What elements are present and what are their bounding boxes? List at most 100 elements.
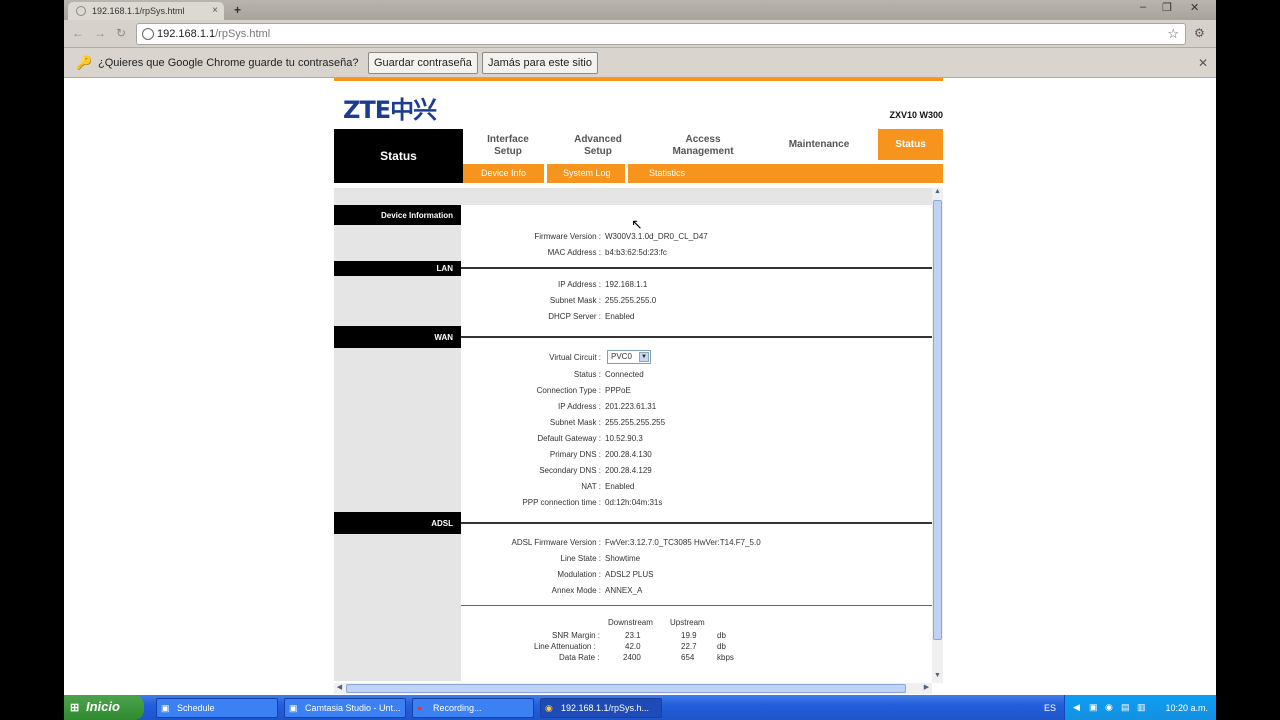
tray-app-icon[interactable]: ▥ xyxy=(1137,702,1146,713)
menu-maintenance[interactable]: Maintenance xyxy=(773,139,865,151)
menu-access-management[interactable]: Access Management xyxy=(659,134,747,158)
line-state-value: Showtime xyxy=(605,554,641,563)
annex-value: ANNEX_A xyxy=(605,586,643,595)
nat-row: NAT : Enabled xyxy=(461,482,932,494)
mouse-cursor-icon: ↖ xyxy=(631,216,643,232)
forward-button[interactable]: → xyxy=(94,26,106,40)
task-chrome[interactable]: ◉ 192.168.1.1/rpSys.h... xyxy=(540,698,662,718)
virtual-circuit-select[interactable]: PVC0 ▼ xyxy=(607,350,651,364)
divider xyxy=(461,522,932,524)
data-rate-label: Data Rate : xyxy=(559,653,600,662)
submenu-statistics[interactable]: Statistics xyxy=(649,168,685,178)
lan-ip-row: IP Address : 192.168.1.1 xyxy=(461,280,932,292)
tab-strip: 192.168.1.1/rpSys.html × + ‒ ❐ ✕ xyxy=(64,0,1216,20)
model-name: ZXV10 W300 xyxy=(889,110,943,120)
submenu-separator xyxy=(544,164,547,183)
divider xyxy=(461,605,932,606)
status-content: Device Information Firmware Version : W3… xyxy=(334,188,932,681)
task-label: Recording... xyxy=(433,703,482,713)
primary-dns-value: 200.28.4.130 xyxy=(605,450,652,459)
left-column xyxy=(334,205,461,681)
task-camtasia[interactable]: ▣ Camtasia Studio - Unt... xyxy=(284,698,406,718)
wan-mask-value: 255.255.255.255 xyxy=(605,418,666,427)
task-schedule[interactable]: ▣ Schedule xyxy=(156,698,278,718)
mac-row: MAC Address : b4:b3:62:5d:23:fc xyxy=(461,248,932,260)
connection-type-row: Connection Type : PPPoE xyxy=(461,386,932,398)
router-frame: ZTE中兴 ZXV10 W300 Status Interface Setup … xyxy=(334,78,943,695)
new-tab-button[interactable]: + xyxy=(234,3,241,17)
horizontal-scrollbar[interactable]: ◀ ▶ xyxy=(334,683,932,694)
scroll-thumb[interactable] xyxy=(346,684,906,693)
secondary-dns-row: Secondary DNS : 200.28.4.129 xyxy=(461,466,932,478)
main-menu: Interface Setup Advanced Setup Access Ma… xyxy=(463,129,943,160)
key-icon: 🔑 xyxy=(76,55,93,70)
reload-button[interactable]: ↻ xyxy=(116,26,126,40)
virtual-circuit-row: Virtual Circuit : PVC0 ▼ xyxy=(461,350,932,365)
vertical-scrollbar[interactable]: ▲ ▼ xyxy=(932,188,943,683)
maximize-button[interactable]: ❐ xyxy=(1162,1,1172,14)
volume-icon[interactable]: ◉ xyxy=(1105,702,1113,713)
tab-title: 192.168.1.1/rpSys.html xyxy=(92,6,185,16)
menu-status[interactable]: Status xyxy=(878,129,943,160)
bookmark-star-icon[interactable]: ☆ xyxy=(1167,26,1179,42)
wan-ip-label: IP Address : xyxy=(558,402,601,411)
menu-interface-setup[interactable]: Interface Setup xyxy=(478,134,538,158)
address-bar[interactable]: 192.168.1.1/rpSys.html ☆ xyxy=(136,23,1186,45)
infobar-close-icon[interactable]: ✕ xyxy=(1198,56,1208,70)
tray-arrow-icon[interactable]: ◀ xyxy=(1073,702,1080,713)
minimize-button[interactable]: ‒ xyxy=(1140,1,1146,13)
task-recording[interactable]: ● Recording... xyxy=(412,698,534,718)
task-label: Schedule xyxy=(177,703,215,713)
gateway-label: Default Gateway : xyxy=(537,434,601,443)
scroll-right-arrow[interactable]: ▶ xyxy=(921,683,932,694)
schedule-icon: ▣ xyxy=(161,703,170,713)
lan-mask-label: Subnet Mask : xyxy=(549,296,601,305)
start-label: Inicio xyxy=(86,699,120,714)
dhcp-row: DHCP Server : Enabled xyxy=(461,312,932,324)
line-state-row: Line State : Showtime xyxy=(461,554,932,566)
record-icon: ● xyxy=(417,703,423,713)
wrench-icon[interactable]: ⚙ xyxy=(1194,26,1205,40)
adsl-firmware-value: FwVer:3.12.7.0_TC3085 HwVer:T14.F7_5.0 xyxy=(605,538,761,547)
lan-mask-row: Subnet Mask : 255.255.255.0 xyxy=(461,296,932,308)
menu-advanced-setup[interactable]: Advanced Setup xyxy=(563,134,633,158)
gateway-value: 10.52.90.3 xyxy=(605,434,643,443)
primary-dns-row: Primary DNS : 200.28.4.130 xyxy=(461,450,932,462)
clock[interactable]: 10:20 a.m. xyxy=(1165,703,1208,713)
tray-app-icon[interactable]: ▤ xyxy=(1121,702,1130,713)
line-state-label: Line State : xyxy=(560,554,601,563)
submenu-device-info[interactable]: Device Info xyxy=(481,168,526,178)
chevron-down-icon: ▼ xyxy=(639,352,649,362)
scroll-up-arrow[interactable]: ▲ xyxy=(932,188,943,199)
save-password-button[interactable]: Guardar contraseña xyxy=(368,52,478,74)
gateway-row: Default Gateway : 10.52.90.3 xyxy=(461,434,932,446)
chrome-icon: ◉ xyxy=(545,703,553,713)
browser-tab[interactable]: 192.168.1.1/rpSys.html × xyxy=(68,2,224,20)
modulation-value: ADSL2 PLUS xyxy=(605,570,654,579)
nat-value: Enabled xyxy=(605,482,635,491)
language-indicator[interactable]: ES xyxy=(1044,703,1056,713)
page: ZTE中兴 ZXV10 W300 Status Interface Setup … xyxy=(64,78,1216,695)
window-close-button[interactable]: ✕ xyxy=(1190,1,1199,14)
scroll-thumb[interactable] xyxy=(933,200,942,640)
submenu-system-log[interactable]: System Log xyxy=(563,168,611,178)
submenu-separator xyxy=(625,164,628,183)
start-button[interactable]: ⊞ Inicio xyxy=(64,695,144,720)
password-infobar: 🔑 ¿Quieres que Google Chrome guarde tu c… xyxy=(64,48,1216,78)
never-save-button[interactable]: Jamás para este sitio xyxy=(482,52,598,74)
tab-close-icon[interactable]: × xyxy=(212,5,218,16)
primary-dns-label: Primary DNS : xyxy=(549,450,601,459)
scroll-down-arrow[interactable]: ▼ xyxy=(932,672,943,683)
network-icon[interactable]: ▣ xyxy=(1089,702,1098,713)
connection-type-value: PPPoE xyxy=(605,386,631,395)
snr-label: SNR Margin : xyxy=(552,631,601,640)
wan-status-label: Status : xyxy=(573,370,601,379)
scroll-left-arrow[interactable]: ◀ xyxy=(334,683,345,694)
back-button[interactable]: ← xyxy=(72,26,84,40)
wan-ip-value: 201.223.61.31 xyxy=(605,402,657,411)
dhcp-label: DHCP Server : xyxy=(548,312,601,321)
url-host: 192.168.1.1 xyxy=(157,28,216,40)
divider xyxy=(461,267,932,269)
wan-status-row: Status : Connected xyxy=(461,370,932,382)
annex-row: Annex Mode : ANNEX_A xyxy=(461,586,932,598)
